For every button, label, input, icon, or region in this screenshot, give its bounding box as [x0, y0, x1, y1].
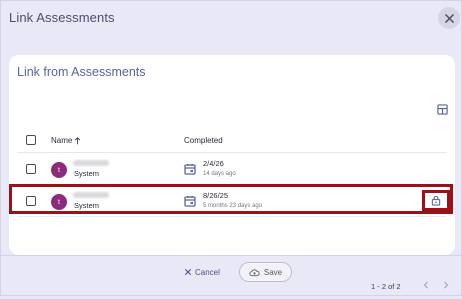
cancel-button[interactable]: Cancel [185, 264, 220, 280]
redacted-name [73, 160, 109, 166]
link-assessments-dialog: Link Assessments Link from Assessments N… [0, 0, 462, 296]
column-header-name-label: Name [51, 136, 73, 145]
avatar: t [51, 162, 67, 178]
pagination-range: 1 - 2 of 2 [371, 282, 401, 291]
row-checkbox[interactable] [26, 164, 36, 174]
select-all-checkbox[interactable] [26, 135, 36, 145]
pagination: 1 - 2 of 2 [17, 275, 449, 295]
save-button[interactable]: Save [239, 262, 292, 282]
lock-button[interactable] [422, 190, 450, 211]
close-button[interactable] [438, 7, 460, 29]
close-icon [444, 13, 454, 23]
calendar-icon [184, 164, 196, 175]
column-settings-button[interactable] [435, 102, 449, 116]
save-label: Save [263, 267, 283, 277]
cancel-label: Cancel [195, 267, 220, 277]
table-row[interactable]: t System 2/4/26 14 days ago [17, 155, 447, 185]
column-grid-icon [436, 103, 448, 115]
row-subtitle: System [74, 169, 100, 178]
chevron-left-icon [423, 281, 428, 289]
chevron-right-icon [444, 281, 449, 289]
column-header-completed[interactable]: Completed [184, 136, 223, 145]
assessments-card: Link from Assessments Name Completed t S… [9, 55, 455, 291]
next-page-button[interactable] [440, 279, 452, 291]
footer-divider [1, 255, 462, 256]
previous-page-button[interactable] [420, 279, 432, 291]
table-header: Name Completed [17, 127, 447, 153]
column-header-name[interactable]: Name [51, 136, 81, 145]
completed-ago: 14 days ago [203, 171, 236, 177]
lock-icon [431, 195, 441, 206]
close-icon [185, 269, 191, 275]
card-title: Link from Assessments [17, 65, 146, 79]
sort-arrow-up-icon [75, 136, 81, 144]
cloud-save-icon [249, 268, 260, 276]
highlighted-row-outline [9, 184, 453, 214]
completed-date: 2/4/26 [203, 159, 224, 168]
dialog-title: Link Assessments [9, 10, 115, 25]
